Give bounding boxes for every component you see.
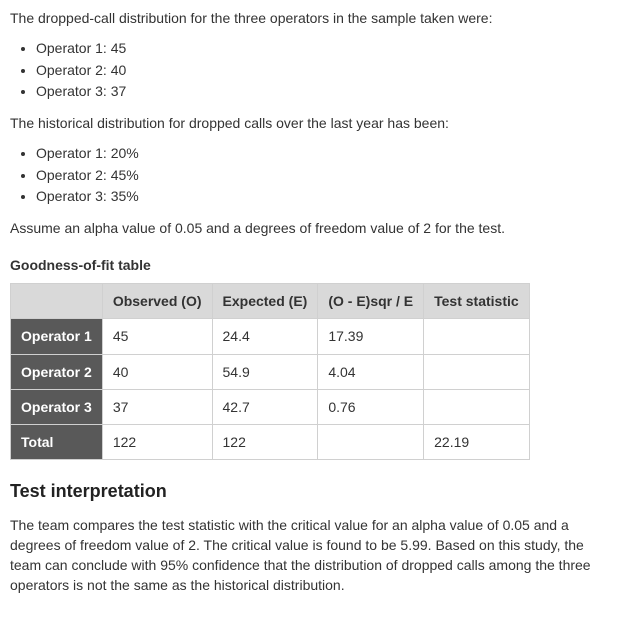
list-item: Operator 3: 35% — [36, 186, 613, 206]
assumption-paragraph: Assume an alpha value of 0.05 and a degr… — [10, 218, 613, 238]
cell-expected: 42.7 — [212, 389, 318, 424]
list-item: Operator 3: 37 — [36, 81, 613, 101]
table-row: Operator 2 40 54.9 4.04 — [11, 354, 530, 389]
row-label: Total — [11, 425, 103, 460]
table-title: Goodness-of-fit table — [10, 255, 613, 275]
row-label: Operator 1 — [11, 319, 103, 354]
cell-observed: 45 — [102, 319, 212, 354]
table-header-expected: Expected (E) — [212, 283, 318, 318]
cell-oesqr: 0.76 — [318, 389, 424, 424]
cell-oesqr — [318, 425, 424, 460]
list-item: Operator 1: 45 — [36, 38, 613, 58]
table-header-row: Observed (O) Expected (E) (O - E)sqr / E… — [11, 283, 530, 318]
sample-distribution-list: Operator 1: 45 Operator 2: 40 Operator 3… — [10, 38, 613, 101]
cell-teststat — [424, 319, 530, 354]
cell-observed: 122 — [102, 425, 212, 460]
cell-oesqr: 4.04 — [318, 354, 424, 389]
table-row: Operator 1 45 24.4 17.39 — [11, 319, 530, 354]
interpretation-body: The team compares the test statistic wit… — [10, 515, 613, 596]
row-label: Operator 2 — [11, 354, 103, 389]
cell-oesqr: 17.39 — [318, 319, 424, 354]
cell-observed: 37 — [102, 389, 212, 424]
cell-teststat — [424, 389, 530, 424]
interpretation-heading: Test interpretation — [10, 478, 613, 504]
cell-expected: 54.9 — [212, 354, 318, 389]
cell-expected: 122 — [212, 425, 318, 460]
historical-paragraph: The historical distribution for dropped … — [10, 113, 613, 133]
historical-distribution-list: Operator 1: 20% Operator 2: 45% Operator… — [10, 143, 613, 206]
intro-paragraph: The dropped-call distribution for the th… — [10, 8, 613, 28]
table-header-oesqr: (O - E)sqr / E — [318, 283, 424, 318]
table-header-teststat: Test statistic — [424, 283, 530, 318]
cell-teststat: 22.19 — [424, 425, 530, 460]
cell-expected: 24.4 — [212, 319, 318, 354]
list-item: Operator 2: 45% — [36, 165, 613, 185]
list-item: Operator 1: 20% — [36, 143, 613, 163]
table-header-blank — [11, 283, 103, 318]
table-header-observed: Observed (O) — [102, 283, 212, 318]
table-row: Operator 3 37 42.7 0.76 — [11, 389, 530, 424]
goodness-of-fit-table: Observed (O) Expected (E) (O - E)sqr / E… — [10, 283, 530, 460]
cell-teststat — [424, 354, 530, 389]
list-item: Operator 2: 40 — [36, 60, 613, 80]
row-label: Operator 3 — [11, 389, 103, 424]
cell-observed: 40 — [102, 354, 212, 389]
table-row-total: Total 122 122 22.19 — [11, 425, 530, 460]
